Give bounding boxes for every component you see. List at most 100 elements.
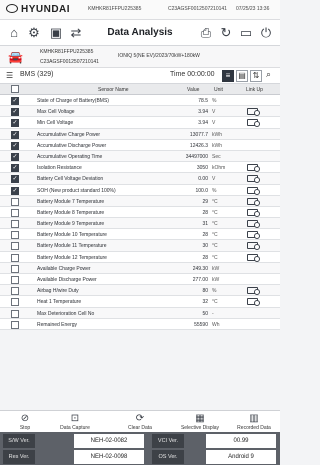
selective-display-button[interactable]: ▦ Selective Display (175, 412, 225, 431)
table-row[interactable]: Available Charge Power 249.30 kW (0, 262, 280, 274)
stop-icon: ⊘ (20, 413, 30, 424)
sensor-unit: Wh (212, 321, 220, 328)
sensor-toolbar: ☰ BMS (329) Time 00:00:00 ≡ ▤ ⇅ ⌕ (0, 68, 280, 84)
sensor-unit: °C (212, 299, 218, 306)
sensor-name: Available Charge Power (37, 265, 91, 272)
table-row[interactable]: ✓ State of Charge of Battery(BMS) 78.5% (0, 95, 280, 107)
power-icon[interactable]: ⏻ (258, 25, 274, 41)
link-up-icon[interactable] (247, 164, 260, 173)
row-checkbox[interactable] (11, 287, 19, 296)
table-row[interactable]: Battery Module 8 Temperature 28 °C (0, 206, 280, 219)
sensor-value: 277.00 (192, 277, 208, 283)
table-row[interactable]: Battery Module 11 Temperature 30 °C (0, 240, 280, 252)
link-up-icon[interactable] (247, 220, 260, 229)
row-checkbox[interactable] (11, 320, 19, 329)
table-row[interactable]: ✓ SOH (New product standard 100%) 100.0% (0, 184, 280, 196)
recorded-data-icon: ▥ (249, 413, 259, 424)
table-row[interactable]: Heat 1 Temperature 32 °C (0, 296, 280, 308)
clear-data-button[interactable]: ⟳ Clear Data (115, 412, 165, 431)
link-up-icon[interactable] (247, 231, 260, 240)
link-up-icon[interactable] (247, 186, 260, 195)
link-up-icon[interactable] (247, 175, 260, 184)
table-row[interactable]: Airbag H/wire Duty 80% (0, 285, 280, 297)
module-label[interactable]: BMS (329) (20, 71, 53, 78)
brand-mark-icon (6, 4, 18, 13)
sensor-name: Battery Module 11 Temperature (37, 243, 107, 250)
sensor-unit: °C (212, 198, 218, 205)
row-checkbox[interactable] (11, 208, 19, 217)
data-capture-button[interactable]: ⊡ Data Capture (50, 412, 100, 431)
row-checkbox[interactable] (11, 197, 19, 206)
row-checkbox[interactable] (11, 309, 19, 318)
link-up-icon[interactable] (247, 208, 260, 217)
top-status-bar: HYUNDAI KMHKR81FFPU225385 C23AGSF0012507… (0, 0, 280, 20)
table-row[interactable]: ✓ Isolation Resistance 3050 kOhm (0, 162, 280, 174)
table-row[interactable]: ✓ Max Cell Voltage 3.94 V (0, 106, 280, 118)
list-view-button[interactable]: ≡ (222, 70, 234, 82)
sensor-name: Accumulative Discharge Power (37, 142, 107, 149)
table-row[interactable]: Available Discharge Power 277.00 kW (0, 274, 280, 286)
link-up-icon[interactable] (247, 298, 260, 307)
row-checkbox[interactable] (11, 242, 19, 251)
search-icon[interactable]: ⌕ (266, 69, 271, 80)
table-row[interactable]: ✓ Accumulative Charge Power 13077.7 kWh (0, 128, 280, 140)
sensor-value: 28 (202, 254, 208, 261)
row-checkbox[interactable] (11, 298, 19, 307)
selective-display-icon: ▦ (195, 413, 205, 424)
row-checkbox[interactable]: ✓ (11, 141, 19, 150)
row-checkbox[interactable]: ✓ (11, 108, 19, 117)
table-row[interactable]: ✓ Accumulative Discharge Power 12426.3 kWh (0, 139, 280, 151)
network-icon[interactable]: ⇄ (68, 25, 84, 41)
table-row[interactable]: Max Deterioration Cell No 50- (0, 307, 280, 319)
graph-view-button[interactable]: ▤ (236, 70, 248, 82)
home-icon[interactable]: ⌂ (6, 25, 22, 41)
row-checkbox[interactable] (11, 276, 19, 284)
row-checkbox[interactable]: ✓ (11, 119, 19, 128)
sensor-name: Max Deterioration Cell No (37, 310, 95, 317)
print-icon[interactable]: ⎙ (198, 25, 214, 41)
sensor-value: 78.5 (198, 98, 208, 104)
stop-button[interactable]: ⊘ Stop (0, 412, 50, 431)
row-checkbox[interactable]: ✓ (11, 164, 19, 173)
vehicle-icon[interactable]: ▣ (48, 25, 64, 41)
row-checkbox[interactable]: ✓ (11, 186, 19, 195)
link-up-icon[interactable] (247, 119, 260, 128)
select-all-checkbox[interactable] (11, 85, 19, 93)
car-settings-icon[interactable]: ⚙ (26, 25, 42, 41)
header-datetime: 07/25/23 13:36 (236, 6, 270, 12)
table-row[interactable]: ✓ Battery Cell Voltage Deviation 0.00 V (0, 173, 280, 185)
sensor-unit: V (212, 120, 216, 127)
table-row[interactable]: Battery Module 9 Temperature 31 °C (0, 218, 280, 230)
table-row[interactable]: Battery Module 7 Temperature 29 °C (0, 195, 280, 207)
sensor-unit: kOhm (212, 165, 226, 172)
table-row[interactable]: Battery Module 12 Temperature 28 °C (0, 251, 280, 263)
table-row[interactable]: ✓ Accumulative Operating Time 34497000 Sec (0, 150, 280, 163)
minimize-icon[interactable]: ▭ (238, 25, 254, 41)
link-up-icon[interactable] (247, 287, 260, 296)
sort-button[interactable]: ⇅ (250, 70, 262, 82)
sensor-unit: kWh (212, 131, 222, 138)
table-row[interactable]: Remained Energy 55590 Wh (0, 318, 280, 330)
link-up-icon[interactable] (247, 197, 260, 206)
link-up-icon[interactable] (247, 242, 260, 251)
row-checkbox[interactable] (11, 220, 19, 229)
row-checkbox[interactable]: ✓ (11, 175, 19, 184)
sensor-value: 29 (202, 198, 208, 205)
row-checkbox[interactable] (11, 231, 19, 240)
row-checkbox[interactable]: ✓ (11, 130, 19, 139)
col-value: Value (187, 87, 200, 93)
row-checkbox[interactable] (11, 253, 19, 262)
car-icon: 🚘 (8, 50, 23, 64)
refresh-icon[interactable]: ↻ (218, 25, 234, 41)
row-checkbox[interactable]: ✓ (11, 152, 19, 161)
row-checkbox[interactable] (11, 264, 19, 273)
table-row[interactable]: Battery Module 10 Temperature 28 °C (0, 229, 280, 241)
row-checkbox[interactable]: ✓ (11, 97, 19, 105)
vehicle-model: IONIQ 5(NE EV)/2023/70kW+180kW (118, 53, 200, 59)
link-up-icon[interactable] (247, 108, 260, 117)
table-row[interactable]: ✓ Min Cell Voltage 3.94 V (0, 117, 280, 129)
recorded-data-button[interactable]: ▥ Recorded Data (229, 412, 279, 431)
vehicle-vin: KMHKR81FFPU225385 (40, 49, 94, 55)
link-up-icon[interactable] (247, 253, 260, 262)
os-ver-value: Android 9 (206, 450, 276, 464)
